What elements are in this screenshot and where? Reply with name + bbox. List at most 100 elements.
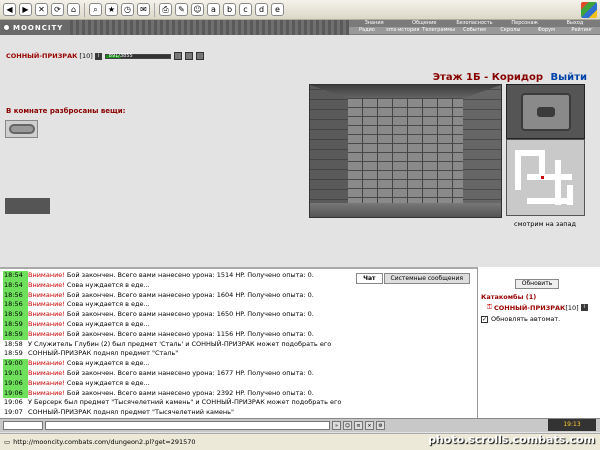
refresh-button[interactable]: Обновить [515,279,559,289]
online-user-level: [10] [565,303,579,312]
player-name[interactable]: СОННЫЙ-ПРИЗРАК [6,52,77,60]
chat-line: 19:06 Внимание! Сова нуждается в еде... [3,378,473,389]
nav-link[interactable]: Радио [349,27,385,34]
nav-top-row: Знания Общение Безопасность Персонаж Выход [349,20,600,27]
windows-logo-icon [581,2,597,18]
nav-link[interactable]: Рейтинг [564,27,600,34]
online-user[interactable]: ⚿ СОННЫЙ-ПРИЗРАК [10] i [487,303,588,312]
chat-text: СОННЫЙ-ПРИЗРАК поднял предмет "Тысячелет… [28,408,234,417]
chat-timestamp[interactable]: 18:56 [3,290,28,301]
tab-chat[interactable]: Чат [356,273,383,284]
auto-refresh[interactable]: ✓ Обновлять автомат. [481,315,560,323]
back-arrow-icon[interactable]: ◀ [3,3,16,16]
private-message-icon[interactable]: ⚿ [487,303,492,312]
toolbar-b-icon[interactable]: b [223,3,236,16]
location-bar: Этаж 1Б - Коридор Выйти [433,72,587,83]
compass-center-icon[interactable] [537,107,555,117]
chat-timestamp[interactable]: 19:01 [3,368,28,379]
toolbar-a-icon[interactable]: a [207,3,220,16]
corridor-floor [310,203,501,217]
print-icon[interactable]: ⎙ [159,3,172,16]
room-item[interactable] [5,120,38,138]
chat-to-field[interactable] [3,421,43,430]
chat-text: Бой закончен. Всего вами нанесено урона:… [66,329,314,338]
nav-link[interactable]: Скролы [492,27,529,34]
chat-timestamp[interactable]: 18:59 [3,349,28,359]
chat-timestamp[interactable]: 18:54 [3,280,28,291]
nav-link[interactable]: События [456,27,493,34]
toolbar-e-icon[interactable]: e [271,3,284,16]
home-icon[interactable]: ⌂ [67,3,80,16]
mooncity-logo[interactable]: MOONCITY [0,20,70,35]
chat-timestamp[interactable]: 19:06 [3,388,28,399]
chat-timestamp[interactable]: 19:06 [3,378,28,389]
minimap-corridor [527,174,572,180]
toolbar-c-icon[interactable]: c [239,3,252,16]
toolbar-separator [154,2,155,17]
hp-value: 891/3855 [108,52,133,59]
chat-warning: Внимание! [28,271,65,279]
messenger-icon[interactable]: ☺ [191,3,204,16]
search-icon[interactable]: ⌕ [89,3,102,16]
chat-timestamp[interactable]: 18:56 [3,300,28,311]
chat-timestamp[interactable]: 18:59 [3,329,28,340]
player-info: СОННЫЙ-ПРИЗРАК [10] i 891/3855 [6,52,204,60]
favorites-icon[interactable]: ★ [105,3,118,16]
chat-timestamp[interactable]: 19:00 [3,359,28,369]
game-clock: 19:13 [548,419,596,431]
chat-line: 19:06 Внимание! Бой закончен. Всего вами н… [3,388,473,399]
watermark: photo.scrolls.combats.com [428,433,595,446]
nav-link[interactable]: Телеграммы [420,27,457,34]
filter-icon[interactable]: ≡ [354,421,363,430]
mail-icon[interactable]: ✉ [137,3,150,16]
history-icon[interactable]: ◷ [121,3,134,16]
nav-link[interactable]: Выход [550,20,600,27]
chat-timestamp[interactable]: 18:54 [3,271,28,281]
chat-timestamp[interactable]: 18:59 [3,319,28,330]
chat-text: Бой закончен. Всего вами нанесено урона:… [66,290,314,299]
chat-text: Бой закончен. Всего вами нанесено урона:… [66,368,314,377]
page-icon: ▭ [4,438,11,446]
chat-text: Бой закончен. Всего вами нанесено урона:… [66,271,314,279]
info-icon[interactable]: i [94,52,102,60]
toolbar-d-icon[interactable]: d [255,3,268,16]
stop-icon[interactable]: ✕ [35,3,48,16]
dungeon-viewport[interactable] [309,84,502,218]
chat-timestamp[interactable]: 18:59 [3,310,28,320]
auto-refresh-checkbox[interactable]: ✓ [481,315,488,323]
chat-line: 18:59 Внимание! Бой закончен. Всего вами н… [3,329,473,340]
chat-timestamp[interactable]: 19:07 [3,408,28,418]
nav-link[interactable]: Безопасность [449,20,499,27]
chat-warning: Внимание! [28,310,65,319]
chat-input[interactable] [45,421,330,430]
settings-icon[interactable]: ⚙ [376,421,385,430]
auto-refresh-label: Обновлять автомат. [491,315,561,323]
chat-timestamp[interactable]: 18:58 [3,340,28,350]
nav-link[interactable]: sms-история [384,27,421,34]
movement-compass[interactable] [506,84,585,139]
player-marker-icon [541,176,544,179]
clear-icon[interactable]: × [365,421,374,430]
corridor-right-wall [463,85,501,217]
nav-link[interactable]: Форум [528,27,565,34]
nav-link[interactable]: Персонаж [500,20,550,27]
nav-link[interactable]: Общение [399,20,449,27]
tab-system-messages[interactable]: Системные сообщения [383,273,470,284]
forward-arrow-icon[interactable]: ▶ [19,3,32,16]
minimap-corridor [527,198,567,204]
info-icon[interactable]: i [580,304,588,311]
nav-link[interactable]: Знания [349,20,399,27]
chat-warning: Внимание! [28,368,65,377]
item-icon [8,124,35,134]
edit-icon[interactable]: ✎ [175,3,188,16]
refresh-icon[interactable]: ⟳ [51,3,64,16]
chat-text: Бой закончен. Всего вами нанесено урона:… [66,310,314,319]
send-button[interactable]: » [332,421,341,430]
online-user-name[interactable]: СОННЫЙ-ПРИЗРАК [494,304,565,312]
exit-link[interactable]: Выйти [551,72,587,83]
smile-icon[interactable]: ☺ [343,421,352,430]
chat-text: Сова нуждается в еде... [66,359,150,368]
status-url: http://mooncity.combats.com/dungeon2.pl?… [13,438,196,446]
corridor-left-wall [310,85,348,217]
chat-timestamp[interactable]: 19:06 [3,398,28,408]
